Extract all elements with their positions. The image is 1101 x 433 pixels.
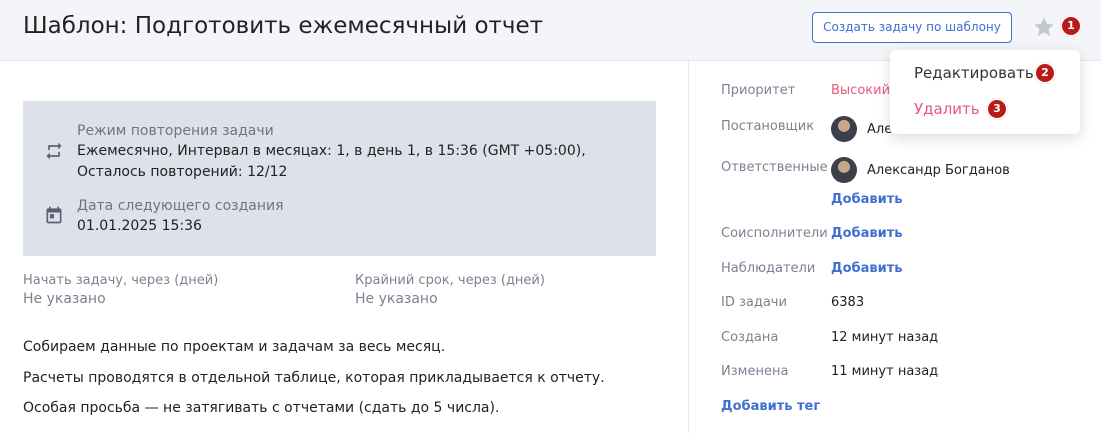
add-coexecutor-link[interactable]: Добавить bbox=[831, 226, 902, 241]
add-assignee-link[interactable]: Добавить bbox=[831, 192, 902, 207]
task-id-label: ID задачи bbox=[721, 295, 787, 310]
modified-label: Изменена bbox=[721, 364, 789, 379]
menu-item-delete[interactable]: Удалить bbox=[914, 100, 980, 118]
star-icon[interactable] bbox=[1032, 15, 1056, 39]
start-after-value: Не указано bbox=[23, 291, 106, 307]
deadline-after-value: Не указано bbox=[355, 291, 438, 307]
description-line: Расчеты проводятся в отдельной таблице, … bbox=[23, 370, 605, 386]
menu-item-edit[interactable]: Редактировать bbox=[914, 64, 1034, 82]
coexecutors-label: Соисполнители bbox=[721, 226, 828, 241]
add-observer-link[interactable]: Добавить bbox=[831, 261, 902, 276]
start-after-label: Начать задачу, через (дней) bbox=[23, 273, 219, 288]
avatar bbox=[831, 157, 857, 183]
created-label: Создана bbox=[721, 330, 779, 345]
next-creation-value: 01.01.2025 15:36 bbox=[77, 218, 202, 234]
step-badge-2: 2 bbox=[1034, 62, 1056, 84]
repeat-icon bbox=[46, 142, 62, 160]
author-label: Постановщик bbox=[721, 119, 815, 134]
deadline-after-label: Крайний срок, через (дней) bbox=[355, 273, 545, 288]
modified-value: 11 минут назад bbox=[831, 364, 939, 379]
calendar-icon bbox=[46, 206, 62, 224]
description-line: Особая просьба — не затягивать с отчетам… bbox=[23, 400, 500, 416]
repeat-mode-label: Режим повторения задачи bbox=[77, 123, 274, 139]
main-content: Режим повторения задачи Ежемесячно, Инте… bbox=[0, 61, 688, 433]
page-title: Шаблон: Подготовить ежемесячный отчет bbox=[23, 13, 544, 39]
step-badge-3: 3 bbox=[986, 98, 1008, 120]
add-tag-link[interactable]: Добавить тег bbox=[721, 399, 820, 414]
observers-label: Наблюдатели bbox=[721, 261, 816, 276]
actions-dropdown-menu: Редактировать Удалить bbox=[890, 50, 1080, 134]
description-line: Собираем данные по проектам и задачам за… bbox=[23, 339, 446, 355]
assignee-name[interactable]: Александр Богданов bbox=[867, 163, 1010, 178]
created-value: 12 минут назад bbox=[831, 330, 939, 345]
priority-value[interactable]: Высокий bbox=[831, 83, 890, 98]
repeat-info-box: Режим повторения задачи Ежемесячно, Инте… bbox=[23, 101, 656, 256]
assignees-label: Ответственные bbox=[721, 160, 828, 175]
priority-label: Приоритет bbox=[721, 83, 796, 98]
create-task-from-template-button[interactable]: Создать задачу по шаблону bbox=[812, 12, 1012, 43]
next-creation-label: Дата следующего создания bbox=[77, 198, 284, 214]
repeat-mode-value: Ежемесячно, Интервал в месяцах: 1, в ден… bbox=[77, 143, 586, 180]
task-id-value: 6383 bbox=[831, 295, 865, 310]
avatar bbox=[831, 116, 857, 142]
step-badge-1: 1 bbox=[1060, 15, 1082, 37]
